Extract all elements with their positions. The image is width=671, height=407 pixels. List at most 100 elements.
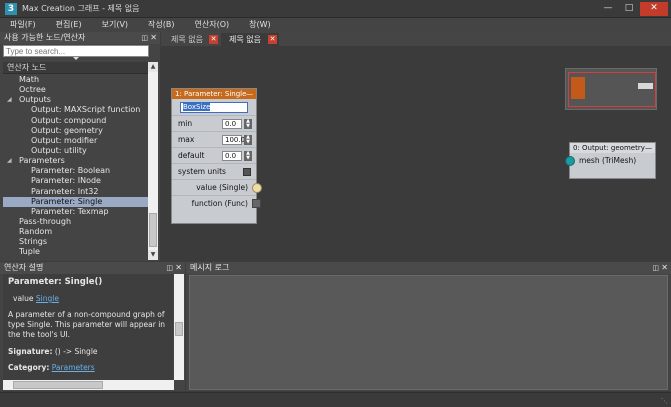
description-heading: Parameter: Single() — [8, 277, 103, 287]
min-input[interactable]: 0.0 — [222, 119, 242, 129]
menu-edit[interactable]: 편집(E) — [56, 18, 82, 32]
tree-item-output-geometry[interactable]: Output: geometry — [3, 126, 148, 136]
tab-bar: 제목 없음 ✕ 제목 없음 ✕ — [161, 32, 671, 46]
graph-canvas[interactable]: 1: Parameter: Single — BoxSize min 0.0 ▲… — [161, 46, 671, 261]
max-spinner[interactable]: ▲ ▼ — [244, 135, 252, 145]
close-tab-icon[interactable]: ✕ — [209, 35, 218, 44]
system-units-checkbox[interactable] — [243, 168, 251, 176]
close-icon[interactable]: ✕ — [150, 32, 157, 44]
default-spinner[interactable]: ▲ ▼ — [244, 151, 252, 161]
tab-untitled-2[interactable]: 제목 없음 ✕ — [221, 33, 279, 46]
expand-arrow-icon[interactable]: ◢ — [7, 156, 12, 166]
description-scrollbar[interactable] — [174, 274, 184, 380]
parameter-single-node[interactable]: 1: Parameter: Single — BoxSize min 0.0 ▲… — [171, 88, 262, 224]
node-header[interactable]: 0: Output: geometry — — [570, 143, 655, 153]
tree-item-output-utility[interactable]: Output: utility — [3, 146, 148, 156]
description-hscrollbar[interactable] — [3, 380, 174, 390]
tree-item-parameter-single[interactable]: Parameter: Single — [3, 196, 148, 207]
max-row: max 100.0 ▲ ▼ — [172, 132, 256, 148]
category-line: Category: Parameters — [8, 363, 95, 372]
dropdown-arrow-icon[interactable] — [73, 57, 79, 60]
collapse-icon[interactable]: — — [645, 143, 652, 153]
minimap[interactable] — [565, 68, 657, 110]
resize-grip-icon[interactable]: ⋱ — [661, 397, 668, 405]
function-output-row: function (Func) — [172, 196, 261, 212]
status-bar: ⋱ — [0, 392, 671, 407]
panel-title: 사용 가능한 노드/연산자 ◫ ✕ — [0, 32, 160, 44]
tree-item-octree[interactable]: Octree — [3, 85, 148, 95]
scroll-thumb[interactable] — [149, 213, 157, 247]
menu-view[interactable]: 보기(V) — [102, 18, 128, 32]
tree-item-pass-through[interactable]: Pass-through — [3, 217, 148, 227]
tree-item-tuple[interactable]: Tuple — [3, 247, 148, 257]
max-input[interactable]: 100.0 — [222, 135, 245, 145]
app-icon: 3 — [5, 3, 17, 15]
pin-icon[interactable]: ◫ — [166, 262, 173, 274]
tree-item-parameter-int32[interactable]: Parameter: Int32 — [3, 187, 148, 197]
output-geometry-node[interactable]: 0: Output: geometry — mesh (TriMesh) — [565, 142, 656, 179]
operator-description-panel: 연산자 설명 ◫ ✕ Parameter: Single() value Sin… — [0, 262, 185, 391]
collapse-icon[interactable]: — — [246, 89, 253, 99]
min-spinner[interactable]: ▲ ▼ — [244, 119, 252, 129]
tree-item-output-maxscript[interactable]: Output: MAXScript function — [3, 105, 148, 115]
min-row: min 0.0 ▲ ▼ — [172, 116, 256, 132]
tree-item-random[interactable]: Random — [3, 227, 148, 237]
default-row: default 0.0 ▲ ▼ — [172, 148, 256, 164]
scroll-thumb[interactable] — [175, 322, 183, 336]
close-icon[interactable]: ✕ — [175, 262, 182, 274]
scroll-thumb[interactable] — [13, 381, 103, 389]
default-input[interactable]: 0.0 — [222, 151, 242, 161]
menu-file[interactable]: 파일(F) — [10, 18, 36, 32]
graph-editor: 제목 없음 ✕ 제목 없음 ✕ 1: Parameter: Single — B… — [161, 32, 671, 261]
scroll-up-icon[interactable]: ▲ — [148, 62, 158, 72]
description-body: Parameter: Single() value Single A param… — [3, 274, 173, 380]
minimap-node — [571, 77, 585, 99]
tree-item-parameters[interactable]: ◢ Parameters — [3, 156, 148, 166]
close-tab-icon[interactable]: ✕ — [268, 35, 277, 44]
message-log-body[interactable] — [189, 275, 668, 390]
tree-item-output-compound[interactable]: Output: compound — [3, 116, 148, 126]
menu-window[interactable]: 창(W) — [249, 18, 271, 32]
explorer-title: 사용 가능한 노드/연산자 — [4, 33, 86, 42]
name-field[interactable]: BoxSize — [180, 102, 248, 113]
message-log-panel: 메시지 로그 ◫ ✕ — [186, 262, 671, 391]
minimap-node — [638, 83, 653, 89]
tree-item-strings[interactable]: Strings — [3, 237, 148, 247]
close-icon[interactable]: ✕ — [661, 262, 668, 274]
tree-item-outputs[interactable]: ◢ Outputs — [3, 95, 148, 105]
tree-item-parameter-texmap[interactable]: Parameter: Texmap — [3, 207, 148, 217]
system-units-row: system units — [172, 164, 256, 180]
tree-item-parameter-boolean[interactable]: Parameter: Boolean — [3, 166, 148, 176]
tree-item-math[interactable]: Math — [3, 75, 148, 85]
name-row: BoxSize — [172, 99, 256, 116]
search-input[interactable] — [3, 45, 149, 57]
mesh-input-row: mesh (TriMesh) — [579, 156, 637, 165]
minimize-button[interactable]: — — [598, 2, 618, 16]
tab-untitled-1[interactable]: 제목 없음 ✕ — [163, 33, 219, 46]
tree-item-output-modifier[interactable]: Output: modifier — [3, 136, 148, 146]
operator-tree: Math Octree ◢ Outputs Output: MAXScript f… — [3, 75, 148, 260]
tree-header[interactable]: 연산자 노드 — [3, 62, 148, 74]
tree-item-parameter-inode[interactable]: Parameter: INode — [3, 176, 148, 186]
expand-arrow-icon[interactable]: ◢ — [7, 95, 12, 105]
value-output-row: value (Single) — [172, 180, 262, 196]
pin-icon[interactable]: ◫ — [141, 32, 148, 44]
close-button[interactable]: ✕ — [640, 2, 668, 16]
menu-create[interactable]: 작성(B) — [148, 18, 174, 32]
signature-line: Signature: () -> Single — [8, 347, 98, 356]
menu-bar: 파일(F) 편집(E) 보기(V) 작성(B) 연산자(O) 창(W) — [0, 18, 671, 32]
value-output-port[interactable] — [252, 183, 262, 193]
function-output-port[interactable] — [252, 199, 261, 208]
single-type-link[interactable]: Single — [36, 294, 59, 303]
menu-operators[interactable]: 연산자(O) — [195, 18, 230, 32]
panel-title: 메시지 로그 ◫ ✕ — [186, 262, 671, 274]
mesh-input-port[interactable] — [565, 156, 575, 166]
pin-icon[interactable]: ◫ — [652, 262, 659, 274]
node-header[interactable]: 1: Parameter: Single — — [172, 89, 256, 99]
description-text: A parameter of a non-compound graph of t… — [8, 310, 166, 339]
node-explorer-panel: 사용 가능한 노드/연산자 ◫ ✕ 연산자 노드 Math Octree ◢Ou… — [0, 32, 160, 261]
scroll-down-icon[interactable]: ▼ — [148, 250, 158, 260]
tree-scrollbar[interactable]: ▲ ▼ — [148, 62, 158, 260]
category-link[interactable]: Parameters — [52, 363, 95, 372]
maximize-button[interactable]: □ — [619, 2, 639, 16]
